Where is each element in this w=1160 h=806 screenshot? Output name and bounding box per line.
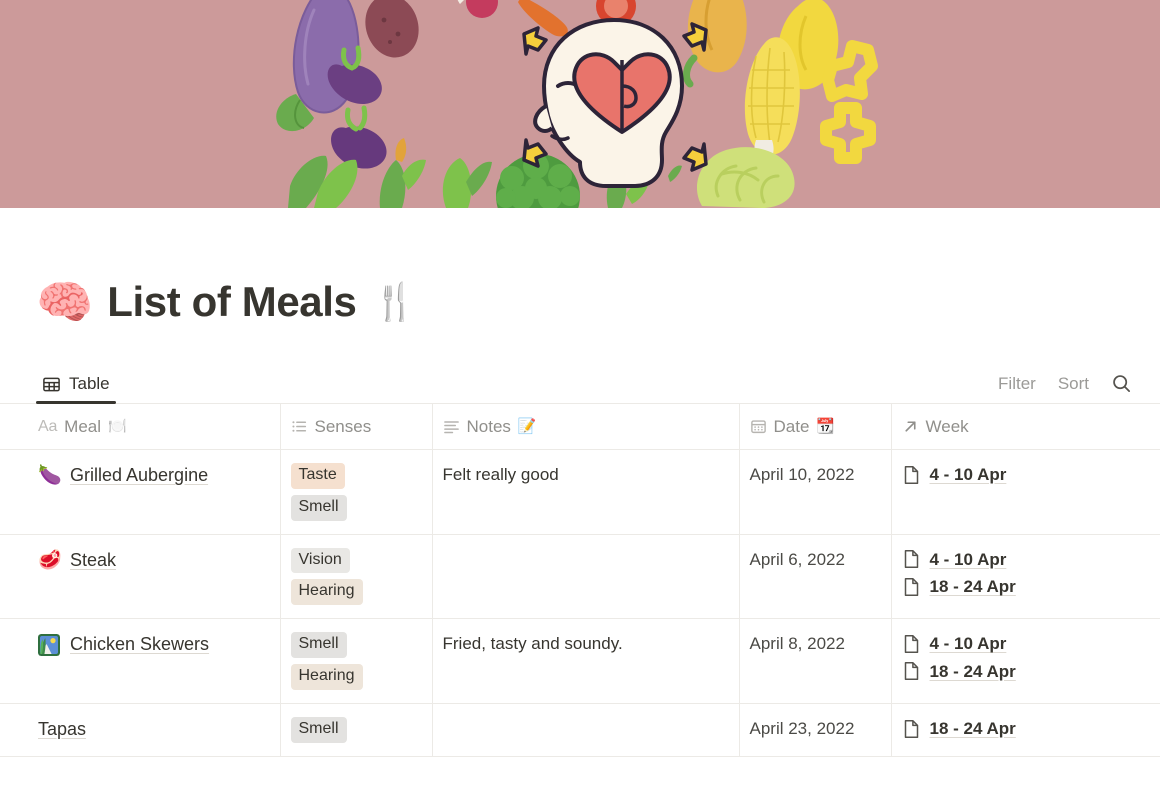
tab-table-label: Table xyxy=(69,374,110,393)
page-cover xyxy=(0,0,1160,208)
multi-select-icon xyxy=(291,418,308,435)
cell-meal[interactable]: Tapas xyxy=(0,703,281,757)
meal-title-link[interactable]: Grilled Aubergine xyxy=(70,463,208,488)
sense-tag[interactable]: Smell xyxy=(290,494,347,521)
week-relation-link[interactable]: 4 - 10 Apr xyxy=(902,548,1151,571)
cell-notes[interactable]: Felt really good xyxy=(432,449,740,535)
meal-title-link[interactable]: Tapas xyxy=(38,717,86,742)
calendar-icon xyxy=(750,418,767,435)
table-row[interactable]: 🍆 Grilled Aubergine Taste Smell Felt really … xyxy=(0,449,1160,535)
page-document-icon xyxy=(902,465,921,485)
cell-date[interactable]: April 10, 2022 xyxy=(739,449,892,535)
week-relation-link[interactable]: 18 - 24 Apr xyxy=(902,660,1151,683)
view-actions: Filter Sort xyxy=(998,373,1132,403)
cell-date[interactable]: April 23, 2022 xyxy=(739,703,892,757)
cell-senses[interactable]: Smell xyxy=(280,703,433,757)
date-text: April 10, 2022 xyxy=(749,465,855,484)
text-property-icon: Aa xyxy=(38,417,58,435)
column-header-date[interactable]: Date 📆 xyxy=(739,404,892,450)
cell-senses[interactable]: Taste Smell xyxy=(280,449,433,535)
column-header-week[interactable]: Week xyxy=(891,404,1160,450)
column-header-notes-label: Notes xyxy=(466,416,511,436)
cell-senses[interactable]: Smell Hearing xyxy=(280,618,433,704)
week-relation-link[interactable]: 18 - 24 Apr xyxy=(902,717,1151,740)
image-placeholder-icon xyxy=(38,633,60,656)
page-body: 🧠 List of Meals 🍴 Table Filter Sort Aa M… xyxy=(0,208,1160,757)
search-icon[interactable] xyxy=(1111,373,1132,394)
cell-meal[interactable]: 🥩 Steak xyxy=(0,534,281,620)
cell-date[interactable]: April 8, 2022 xyxy=(739,618,892,704)
cell-week[interactable]: 18 - 24 Apr xyxy=(891,703,1160,757)
sense-tag[interactable]: Hearing xyxy=(290,663,363,690)
table-row[interactable]: Chicken Skewers Smell Hearing Fried, tasty … xyxy=(0,618,1160,704)
column-header-meal[interactable]: Aa Meal 🍽️ xyxy=(0,404,281,450)
column-header-date-label: Date xyxy=(773,416,810,436)
table-body: 🍆 Grilled Aubergine Taste Smell Felt really … xyxy=(0,449,1160,757)
cell-meal[interactable]: Chicken Skewers xyxy=(0,618,281,704)
cell-notes[interactable] xyxy=(432,534,740,620)
meal-title-link[interactable]: Steak xyxy=(70,548,116,573)
cell-week[interactable]: 4 - 10 Apr xyxy=(891,449,1160,535)
column-header-senses[interactable]: Senses xyxy=(280,404,433,450)
cell-notes[interactable]: Fried, tasty and soundy. xyxy=(432,618,740,704)
date-text: April 23, 2022 xyxy=(749,718,855,738)
column-header-meal-label: Meal xyxy=(64,416,102,436)
page-title[interactable]: List of Meals xyxy=(107,278,357,325)
sense-tag[interactable]: Smell xyxy=(290,716,347,743)
cover-illustration xyxy=(270,0,890,208)
sort-button[interactable]: Sort xyxy=(1058,375,1089,392)
column-header-notes[interactable]: Notes 📝 xyxy=(432,404,740,450)
page-document-icon xyxy=(902,661,921,681)
cell-week[interactable]: 4 - 10 Apr 18 - 24 Apr xyxy=(891,618,1160,704)
meals-table: Aa Meal 🍽️ Senses Notes 📝 Date 📆 Week 🍆 … xyxy=(0,404,1160,757)
cell-week[interactable]: 4 - 10 Apr 18 - 24 Apr xyxy=(891,534,1160,620)
plate-icon: 🍽️ xyxy=(108,418,127,435)
meal-emoji-icon: 🍆 xyxy=(38,464,62,486)
meal-title-link[interactable]: Chicken Skewers xyxy=(70,632,209,657)
cell-senses[interactable]: Vision Hearing xyxy=(280,534,433,620)
fork-and-knife-icon: 🍴 xyxy=(372,281,418,322)
filter-button[interactable]: Filter xyxy=(998,375,1036,392)
table-row[interactable]: 🥩 Steak Vision Hearing April 6, 2022 4 - 10 A… xyxy=(0,534,1160,620)
cell-notes[interactable] xyxy=(432,703,740,757)
table-row[interactable]: Tapas Smell April 23, 2022 18 - 24 Apr xyxy=(0,703,1160,757)
date-text: April 8, 2022 xyxy=(749,634,845,654)
view-tabs: Table xyxy=(36,360,116,404)
meal-emoji-icon: 🥩 xyxy=(38,549,62,571)
brain-icon[interactable]: 🧠 xyxy=(36,279,93,325)
column-header-week-label: Week xyxy=(925,416,969,436)
notes-text: Felt really good xyxy=(442,465,559,484)
week-relation-link[interactable]: 18 - 24 Apr xyxy=(902,575,1151,598)
tab-table[interactable]: Table xyxy=(36,374,116,404)
sense-tag[interactable]: Vision xyxy=(290,547,350,574)
memo-icon: 📝 xyxy=(517,418,537,435)
date-text: April 6, 2022 xyxy=(749,549,845,569)
page-document-icon xyxy=(902,577,921,597)
cell-meal[interactable]: 🍆 Grilled Aubergine xyxy=(0,449,281,535)
table-icon xyxy=(42,375,61,394)
week-relation-link[interactable]: 4 - 10 Apr xyxy=(902,463,1151,486)
page-document-icon xyxy=(902,719,921,739)
page-title-row: 🧠 List of Meals 🍴 xyxy=(0,208,1160,338)
page-document-icon xyxy=(902,634,921,654)
week-relation-link[interactable]: 4 - 10 Apr xyxy=(902,632,1151,655)
sense-tag[interactable]: Smell xyxy=(290,632,347,658)
cell-date[interactable]: April 6, 2022 xyxy=(739,534,892,620)
notes-text: Fried, tasty and soundy. xyxy=(442,634,623,654)
page-document-icon xyxy=(902,549,921,569)
table-header-row: Aa Meal 🍽️ Senses Notes 📝 Date 📆 Week xyxy=(0,404,1160,450)
sense-tag[interactable]: Taste xyxy=(290,463,345,489)
database-view-toolbar: Table Filter Sort xyxy=(0,360,1160,404)
text-lines-icon xyxy=(443,418,460,435)
relation-arrow-icon xyxy=(902,418,919,435)
tear-off-calendar-icon: 📆 xyxy=(816,418,836,435)
column-header-senses-label: Senses xyxy=(314,416,372,436)
sense-tag[interactable]: Hearing xyxy=(290,579,363,606)
